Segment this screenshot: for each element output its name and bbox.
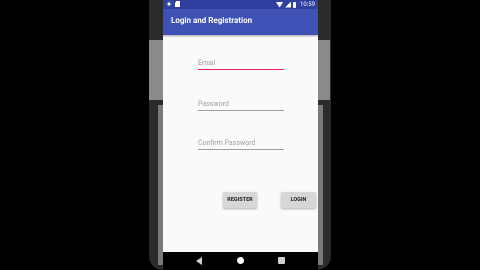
password-underline <box>198 110 284 111</box>
confirm-password-field <box>198 137 284 151</box>
password-field <box>198 98 284 112</box>
phone-side-bar-right <box>318 105 323 265</box>
confirm-password-underline <box>198 149 284 150</box>
phone-side-edge-right <box>318 40 330 100</box>
password-input[interactable] <box>198 98 284 110</box>
home-icon[interactable] <box>237 257 244 264</box>
register-button[interactable]: REGISTER <box>223 192 257 208</box>
phone-screen: 10:59 Login and Registration REGISTER LO… <box>163 0 318 252</box>
status-left-icons <box>166 1 180 7</box>
email-input[interactable] <box>198 57 284 69</box>
app-title: Login and Registration <box>171 16 253 25</box>
battery-icon <box>293 1 297 8</box>
back-icon[interactable] <box>196 257 202 265</box>
status-right-icons: 10:59 <box>276 0 315 9</box>
phone-side-edge-left <box>149 40 163 100</box>
settings-icon <box>166 1 172 7</box>
status-clock: 10:59 <box>300 1 315 8</box>
stage: 10:59 Login and Registration REGISTER LO… <box>0 0 480 270</box>
recents-icon[interactable] <box>278 257 285 264</box>
login-button[interactable]: LOGIN <box>281 192 316 208</box>
navigation-bar <box>163 252 318 270</box>
wifi-icon <box>276 1 284 8</box>
app-bar: Login and Registration <box>163 9 318 35</box>
email-field <box>198 57 284 71</box>
sd-card-icon <box>175 1 180 7</box>
signal-icon <box>285 1 292 8</box>
confirm-password-input[interactable] <box>198 137 284 149</box>
status-bar: 10:59 <box>163 0 318 9</box>
email-underline <box>198 69 284 70</box>
